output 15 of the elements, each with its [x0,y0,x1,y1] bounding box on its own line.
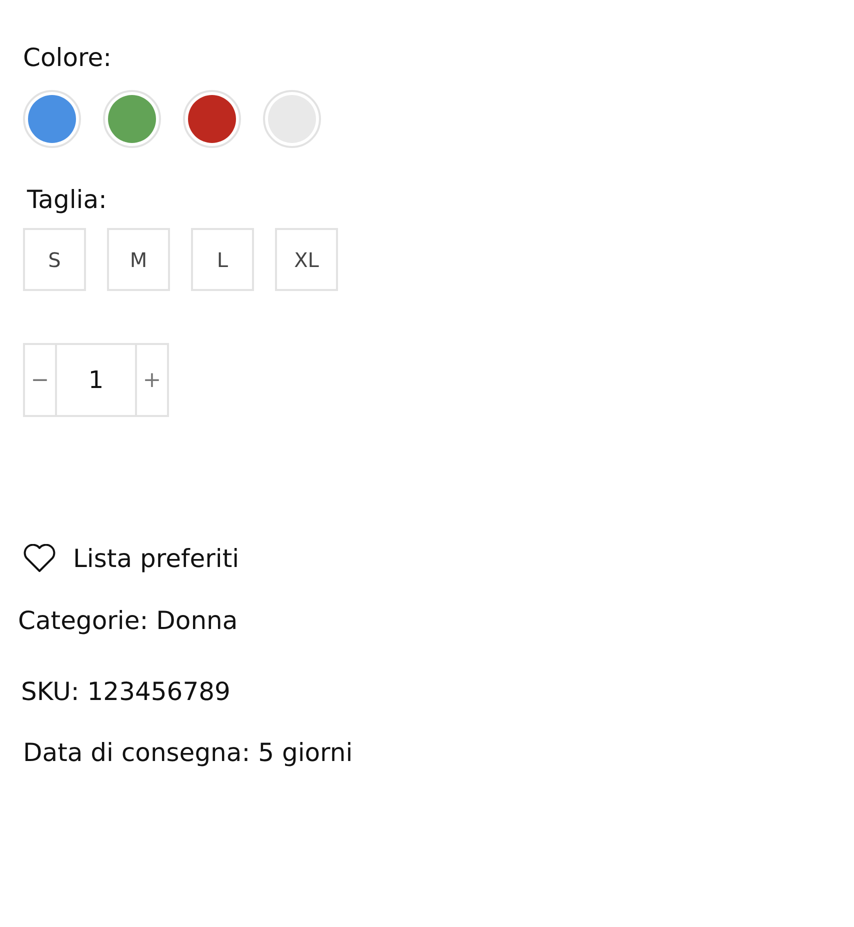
size-option[interactable]: XL [275,228,338,291]
size-option[interactable]: S [23,228,86,291]
sku-text: SKU: 123456789 [21,676,232,708]
delivery-text: Data di consegna: 5 giorni [23,737,354,769]
heart-icon[interactable] [23,544,56,573]
decrease-button[interactable]: − [23,343,57,417]
size-label: Taglia: [27,184,108,216]
category-link[interactable]: Donna [156,603,238,639]
category-label: Categorie: [18,605,148,637]
size-option[interactable]: L [191,228,254,291]
wishlist-link[interactable]: Lista preferiti [73,544,240,573]
color-label: Colore: [23,42,113,74]
quantity-field[interactable]: 1 [57,343,135,417]
increase-button[interactable]: + [135,343,169,417]
size-option[interactable]: M [107,228,170,291]
